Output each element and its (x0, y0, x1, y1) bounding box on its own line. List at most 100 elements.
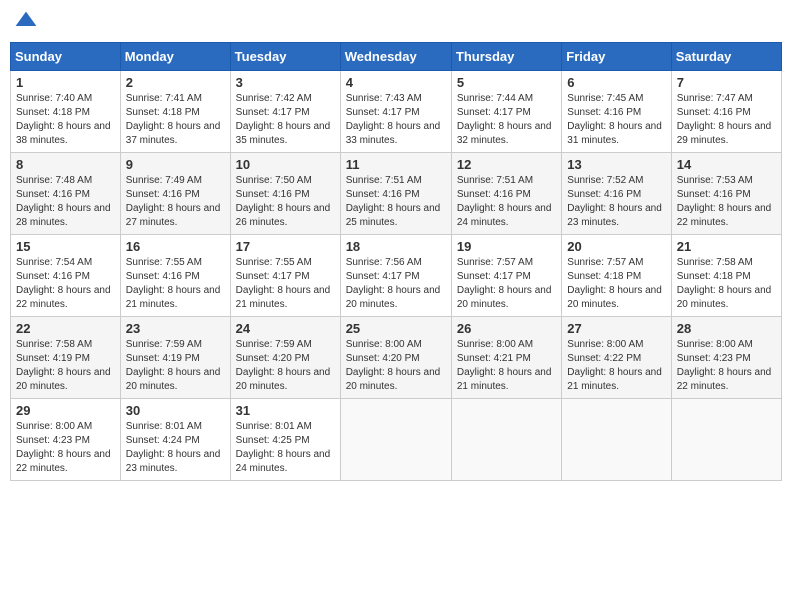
day-number: 10 (236, 157, 335, 172)
logo-icon (14, 10, 38, 34)
day-detail: Sunrise: 7:57 AMSunset: 4:18 PMDaylight:… (567, 257, 662, 310)
calendar-cell (451, 399, 561, 481)
day-detail: Sunrise: 7:43 AMSunset: 4:17 PMDaylight:… (346, 93, 441, 146)
day-number: 28 (677, 321, 776, 336)
day-detail: Sunrise: 7:57 AMSunset: 4:17 PMDaylight:… (457, 257, 552, 310)
day-detail: Sunrise: 7:59 AMSunset: 4:19 PMDaylight:… (126, 339, 221, 392)
day-detail: Sunrise: 7:52 AMSunset: 4:16 PMDaylight:… (567, 175, 662, 228)
day-number: 20 (567, 239, 665, 254)
col-header-wednesday: Wednesday (340, 43, 451, 71)
calendar-cell: 10 Sunrise: 7:50 AMSunset: 4:16 PMDaylig… (230, 153, 340, 235)
col-header-friday: Friday (562, 43, 671, 71)
calendar-week-2: 8 Sunrise: 7:48 AMSunset: 4:16 PMDayligh… (11, 153, 782, 235)
day-number: 16 (126, 239, 225, 254)
calendar-cell: 21 Sunrise: 7:58 AMSunset: 4:18 PMDaylig… (671, 235, 781, 317)
day-number: 1 (16, 75, 115, 90)
calendar-cell (340, 399, 451, 481)
day-number: 17 (236, 239, 335, 254)
calendar-cell: 24 Sunrise: 7:59 AMSunset: 4:20 PMDaylig… (230, 317, 340, 399)
day-detail: Sunrise: 8:01 AMSunset: 4:24 PMDaylight:… (126, 421, 221, 474)
day-number: 18 (346, 239, 446, 254)
page-header (10, 10, 782, 34)
day-number: 11 (346, 157, 446, 172)
calendar-week-4: 22 Sunrise: 7:58 AMSunset: 4:19 PMDaylig… (11, 317, 782, 399)
calendar-cell: 1 Sunrise: 7:40 AMSunset: 4:18 PMDayligh… (11, 71, 121, 153)
calendar-cell: 8 Sunrise: 7:48 AMSunset: 4:16 PMDayligh… (11, 153, 121, 235)
calendar-cell: 7 Sunrise: 7:47 AMSunset: 4:16 PMDayligh… (671, 71, 781, 153)
calendar-cell: 26 Sunrise: 8:00 AMSunset: 4:21 PMDaylig… (451, 317, 561, 399)
day-detail: Sunrise: 7:54 AMSunset: 4:16 PMDaylight:… (16, 257, 111, 310)
calendar-cell: 31 Sunrise: 8:01 AMSunset: 4:25 PMDaylig… (230, 399, 340, 481)
day-number: 14 (677, 157, 776, 172)
calendar-cell: 22 Sunrise: 7:58 AMSunset: 4:19 PMDaylig… (11, 317, 121, 399)
day-number: 7 (677, 75, 776, 90)
day-detail: Sunrise: 8:00 AMSunset: 4:20 PMDaylight:… (346, 339, 441, 392)
calendar-cell: 25 Sunrise: 8:00 AMSunset: 4:20 PMDaylig… (340, 317, 451, 399)
calendar-cell: 27 Sunrise: 8:00 AMSunset: 4:22 PMDaylig… (562, 317, 671, 399)
calendar-cell: 13 Sunrise: 7:52 AMSunset: 4:16 PMDaylig… (562, 153, 671, 235)
day-detail: Sunrise: 7:50 AMSunset: 4:16 PMDaylight:… (236, 175, 331, 228)
col-header-thursday: Thursday (451, 43, 561, 71)
day-detail: Sunrise: 7:58 AMSunset: 4:19 PMDaylight:… (16, 339, 111, 392)
calendar-cell: 28 Sunrise: 8:00 AMSunset: 4:23 PMDaylig… (671, 317, 781, 399)
day-number: 12 (457, 157, 556, 172)
day-detail: Sunrise: 7:59 AMSunset: 4:20 PMDaylight:… (236, 339, 331, 392)
day-detail: Sunrise: 8:01 AMSunset: 4:25 PMDaylight:… (236, 421, 331, 474)
day-number: 6 (567, 75, 665, 90)
day-number: 13 (567, 157, 665, 172)
day-detail: Sunrise: 7:45 AMSunset: 4:16 PMDaylight:… (567, 93, 662, 146)
day-detail: Sunrise: 7:42 AMSunset: 4:17 PMDaylight:… (236, 93, 331, 146)
day-number: 25 (346, 321, 446, 336)
col-header-sunday: Sunday (11, 43, 121, 71)
logo (14, 10, 42, 34)
calendar-cell: 4 Sunrise: 7:43 AMSunset: 4:17 PMDayligh… (340, 71, 451, 153)
calendar-cell: 6 Sunrise: 7:45 AMSunset: 4:16 PMDayligh… (562, 71, 671, 153)
day-number: 4 (346, 75, 446, 90)
day-detail: Sunrise: 7:56 AMSunset: 4:17 PMDaylight:… (346, 257, 441, 310)
day-number: 15 (16, 239, 115, 254)
day-detail: Sunrise: 8:00 AMSunset: 4:23 PMDaylight:… (677, 339, 772, 392)
calendar-cell: 29 Sunrise: 8:00 AMSunset: 4:23 PMDaylig… (11, 399, 121, 481)
day-detail: Sunrise: 7:41 AMSunset: 4:18 PMDaylight:… (126, 93, 221, 146)
day-number: 31 (236, 403, 335, 418)
day-detail: Sunrise: 7:40 AMSunset: 4:18 PMDaylight:… (16, 93, 111, 146)
day-detail: Sunrise: 7:51 AMSunset: 4:16 PMDaylight:… (457, 175, 552, 228)
calendar-cell (562, 399, 671, 481)
day-detail: Sunrise: 8:00 AMSunset: 4:23 PMDaylight:… (16, 421, 111, 474)
day-detail: Sunrise: 7:55 AMSunset: 4:17 PMDaylight:… (236, 257, 331, 310)
calendar-cell (671, 399, 781, 481)
calendar-cell: 9 Sunrise: 7:49 AMSunset: 4:16 PMDayligh… (120, 153, 230, 235)
calendar-table: SundayMondayTuesdayWednesdayThursdayFrid… (10, 42, 782, 481)
calendar-week-1: 1 Sunrise: 7:40 AMSunset: 4:18 PMDayligh… (11, 71, 782, 153)
calendar-cell: 19 Sunrise: 7:57 AMSunset: 4:17 PMDaylig… (451, 235, 561, 317)
calendar-cell: 16 Sunrise: 7:55 AMSunset: 4:16 PMDaylig… (120, 235, 230, 317)
day-detail: Sunrise: 7:55 AMSunset: 4:16 PMDaylight:… (126, 257, 221, 310)
day-number: 9 (126, 157, 225, 172)
day-number: 3 (236, 75, 335, 90)
calendar-cell: 11 Sunrise: 7:51 AMSunset: 4:16 PMDaylig… (340, 153, 451, 235)
day-number: 2 (126, 75, 225, 90)
calendar-cell: 5 Sunrise: 7:44 AMSunset: 4:17 PMDayligh… (451, 71, 561, 153)
col-header-tuesday: Tuesday (230, 43, 340, 71)
calendar-cell: 3 Sunrise: 7:42 AMSunset: 4:17 PMDayligh… (230, 71, 340, 153)
day-detail: Sunrise: 7:51 AMSunset: 4:16 PMDaylight:… (346, 175, 441, 228)
day-detail: Sunrise: 7:58 AMSunset: 4:18 PMDaylight:… (677, 257, 772, 310)
day-detail: Sunrise: 7:53 AMSunset: 4:16 PMDaylight:… (677, 175, 772, 228)
day-detail: Sunrise: 7:48 AMSunset: 4:16 PMDaylight:… (16, 175, 111, 228)
calendar-cell: 23 Sunrise: 7:59 AMSunset: 4:19 PMDaylig… (120, 317, 230, 399)
calendar-week-5: 29 Sunrise: 8:00 AMSunset: 4:23 PMDaylig… (11, 399, 782, 481)
day-detail: Sunrise: 7:49 AMSunset: 4:16 PMDaylight:… (126, 175, 221, 228)
day-detail: Sunrise: 7:47 AMSunset: 4:16 PMDaylight:… (677, 93, 772, 146)
calendar-cell: 17 Sunrise: 7:55 AMSunset: 4:17 PMDaylig… (230, 235, 340, 317)
calendar-cell: 12 Sunrise: 7:51 AMSunset: 4:16 PMDaylig… (451, 153, 561, 235)
calendar-cell: 14 Sunrise: 7:53 AMSunset: 4:16 PMDaylig… (671, 153, 781, 235)
day-number: 8 (16, 157, 115, 172)
calendar-cell: 30 Sunrise: 8:01 AMSunset: 4:24 PMDaylig… (120, 399, 230, 481)
day-detail: Sunrise: 8:00 AMSunset: 4:22 PMDaylight:… (567, 339, 662, 392)
calendar-cell: 2 Sunrise: 7:41 AMSunset: 4:18 PMDayligh… (120, 71, 230, 153)
day-number: 29 (16, 403, 115, 418)
calendar-cell: 18 Sunrise: 7:56 AMSunset: 4:17 PMDaylig… (340, 235, 451, 317)
day-number: 23 (126, 321, 225, 336)
day-number: 27 (567, 321, 665, 336)
calendar-cell: 15 Sunrise: 7:54 AMSunset: 4:16 PMDaylig… (11, 235, 121, 317)
